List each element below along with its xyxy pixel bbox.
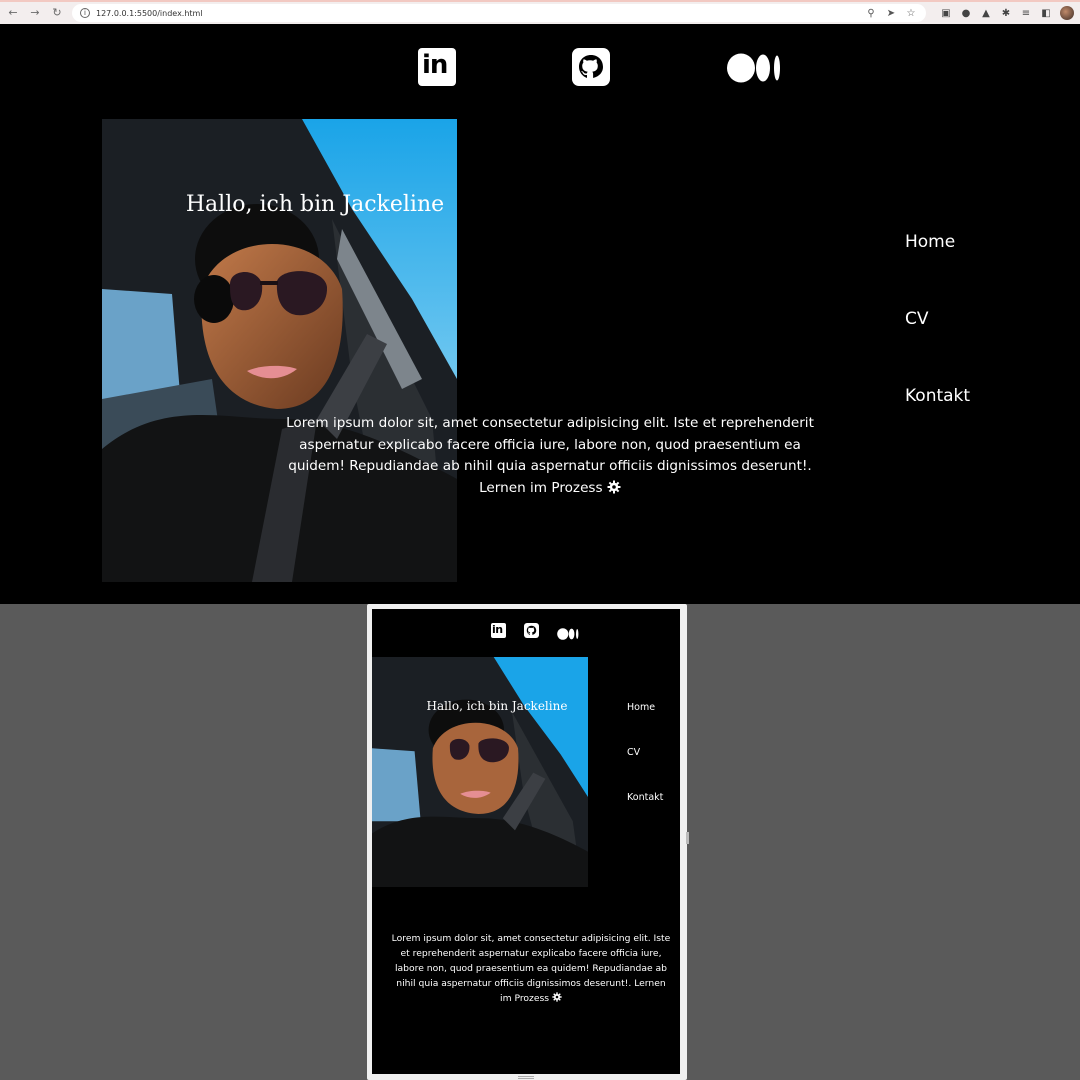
extension-globe-icon[interactable]: ●	[960, 8, 972, 19]
site-info-icon[interactable]: i	[80, 8, 90, 18]
mobile-nav-link-kontakt[interactable]: Kontakt	[627, 792, 663, 837]
screenshot-icon[interactable]: ▣	[940, 8, 952, 19]
nav-link-kontakt[interactable]: Kontakt	[905, 386, 970, 463]
url-text: 127.0.0.1:5500/index.html	[96, 8, 203, 18]
mobile-medium-icon[interactable]	[557, 625, 579, 640]
intro-text: Lorem ipsum dolor sit, amet consectetur …	[286, 415, 814, 496]
mobile-linkedin-logo-text: in	[492, 623, 503, 636]
forward-arrow-icon[interactable]: →	[28, 6, 42, 20]
mobile-profile-photo	[372, 657, 588, 887]
hero-greeting: Hallo, ich bin Jackeline	[185, 192, 445, 217]
mobile-intro-text: Lorem ipsum dolor sit, amet consectetur …	[391, 933, 671, 1004]
profile-avatar[interactable]	[1060, 6, 1074, 20]
mobile-intro-paragraph: Lorem ipsum dolor sit, amet consectetur …	[390, 931, 672, 1006]
mobile-nav: Home CV Kontakt	[627, 702, 663, 837]
github-icon[interactable]	[572, 48, 610, 86]
back-arrow-icon[interactable]: ←	[6, 6, 20, 20]
linkedin-icon[interactable]: in	[418, 48, 456, 86]
extension-lock-icon[interactable]: ▲	[980, 8, 992, 19]
mobile-social-links: in	[372, 623, 680, 640]
nav-link-home[interactable]: Home	[905, 232, 970, 309]
side-panel-icon[interactable]: ◧	[1040, 8, 1052, 19]
reading-list-icon[interactable]: ≡	[1020, 8, 1032, 19]
zoom-icon[interactable]: ⚲	[864, 8, 878, 19]
profile-photo	[102, 119, 457, 582]
mobile-github-icon[interactable]	[524, 623, 539, 638]
intro-paragraph: Lorem ipsum dolor sit, amet consectetur …	[280, 413, 820, 499]
mobile-linkedin-icon[interactable]: in	[491, 623, 506, 638]
social-links: in	[0, 48, 1080, 88]
bookmark-star-icon[interactable]: ☆	[904, 8, 918, 19]
mobile-hero-greeting: Hallo, ich bin Jackeline	[426, 699, 568, 713]
linkedin-logo-text: in	[422, 50, 448, 80]
puzzle-icon[interactable]: ✱	[1000, 8, 1012, 19]
reload-icon[interactable]: ↻	[50, 6, 64, 20]
extension-icons: ▣ ● ▲ ✱ ≡ ◧	[940, 6, 1074, 20]
mobile-nav-link-cv[interactable]: CV	[627, 747, 663, 792]
resize-handle-bottom[interactable]	[518, 1076, 534, 1079]
mobile-nav-link-home[interactable]: Home	[627, 702, 663, 747]
send-icon[interactable]: ➤	[884, 8, 898, 19]
address-bar[interactable]: i 127.0.0.1:5500/index.html ⚲ ➤ ☆	[72, 4, 926, 22]
main-nav: Home CV Kontakt	[905, 232, 970, 463]
mobile-gear-icon	[552, 991, 562, 1006]
browser-toolbar: ← → ↻ i 127.0.0.1:5500/index.html ⚲ ➤ ☆ …	[0, 0, 1080, 24]
mobile-viewport: in Hallo, ich bin Jackeline Home CV Kont…	[372, 609, 680, 1074]
responsive-preview-frame: in Hallo, ich bin Jackeline Home CV Kont…	[367, 604, 689, 1080]
medium-icon[interactable]	[727, 53, 781, 83]
nav-link-cv[interactable]: CV	[905, 309, 970, 386]
resize-handle-side[interactable]	[686, 832, 689, 844]
page-viewport: in Hallo, ich bin Jackeline Home CV Kont…	[0, 24, 1080, 604]
gear-icon	[607, 478, 621, 500]
